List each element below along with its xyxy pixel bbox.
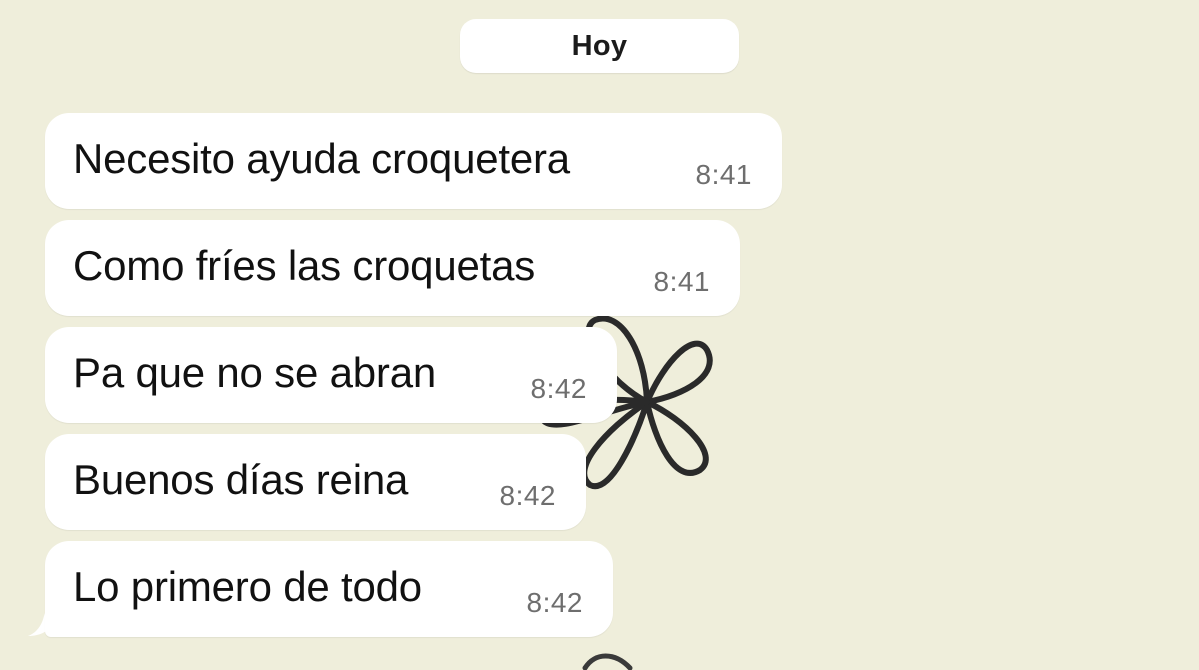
message-time: 8:42 (499, 480, 556, 511)
message-bubble[interactable]: Pa que no se abran 8:42 (45, 327, 617, 423)
message-bubble[interactable]: Lo primero de todo 8:42 (45, 541, 613, 637)
message-time: 8:41 (695, 159, 752, 190)
message-time: 8:42 (526, 587, 583, 618)
message-time: 8:42 (530, 373, 587, 404)
message-text: Buenos días reina (73, 456, 409, 503)
message-text: Lo primero de todo (73, 563, 422, 610)
message-text: Necesito ayuda croquetera (73, 135, 570, 182)
date-label: Hoy (571, 29, 628, 62)
message-bubble[interactable]: Como fríes las croquetas 8:41 (45, 220, 740, 316)
message-bubble[interactable]: Necesito ayuda croquetera 8:41 (45, 113, 782, 209)
message-time: 8:41 (653, 266, 710, 297)
date-separator: Hoy (460, 19, 739, 73)
message-bubble[interactable]: Buenos días reina 8:42 (45, 434, 586, 530)
doodle-fragment-icon (582, 653, 633, 670)
chat-area[interactable]: Hoy Necesito ayuda croquetera 8:41 Como … (0, 0, 1199, 670)
message-text: Pa que no se abran (73, 349, 437, 396)
message-text: Como fríes las croquetas (73, 242, 536, 289)
